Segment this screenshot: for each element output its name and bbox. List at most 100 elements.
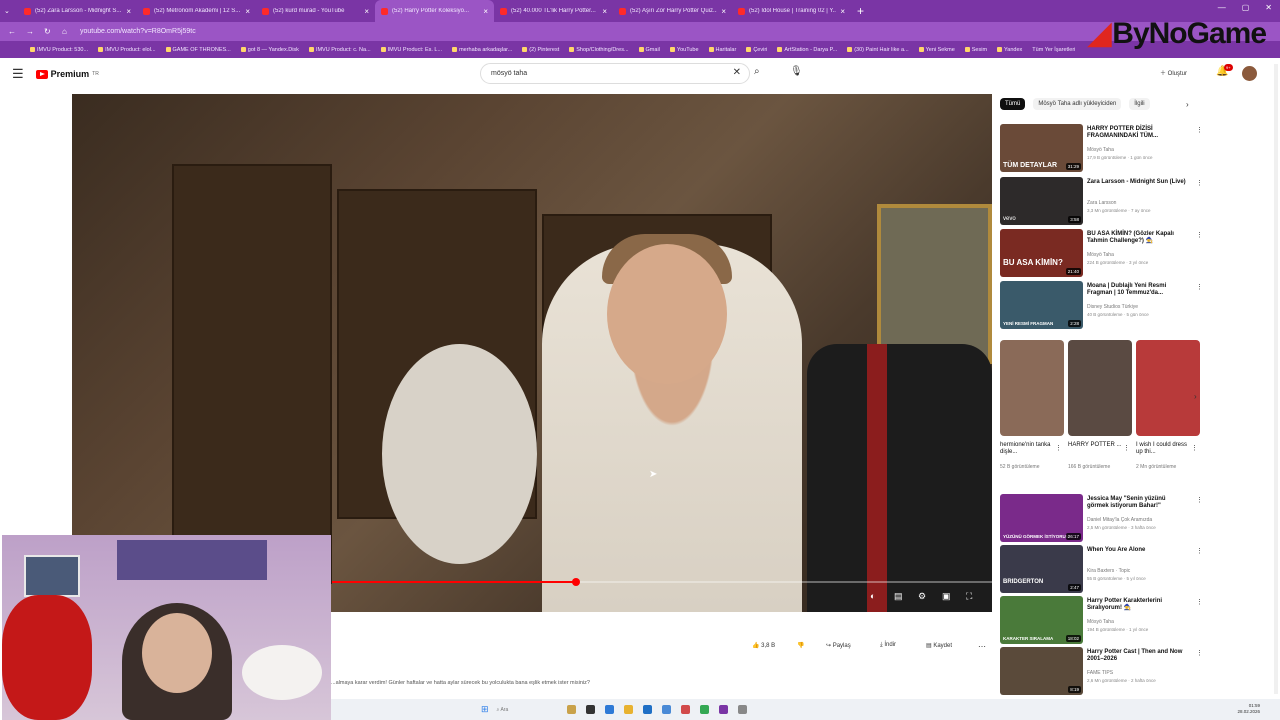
- save-button[interactable]: ▤ Kaydet: [926, 642, 952, 649]
- more-options-icon[interactable]: ⋮: [1196, 283, 1203, 291]
- autoplay-toggle-icon[interactable]: ◐: [870, 591, 875, 601]
- tab-close-icon[interactable]: ×: [245, 7, 250, 16]
- browser-tab[interactable]: (52) Idol House | Training 02 | Y... ×: [732, 0, 851, 22]
- video-thumbnail[interactable]: YÜZÜNÜ GÖRMEK İSTİYORUM 26:17: [1000, 494, 1083, 542]
- windows-start-icon[interactable]: ⊞: [481, 704, 489, 715]
- video-title[interactable]: Zara Larsson - Midnight Sun (Live): [1087, 179, 1187, 186]
- forward-arrow-icon[interactable]: →: [26, 27, 36, 36]
- download-button[interactable]: ⤓ İndir: [880, 642, 896, 649]
- bookmark-item[interactable]: Yandex: [997, 47, 1022, 53]
- recommended-video[interactable]: vevo 3:58 Zara Larsson - Midnight Sun (Li…: [1000, 177, 1203, 225]
- more-actions-icon[interactable]: ⋯: [978, 642, 986, 651]
- bookmark-item[interactable]: IMVU Product: c. Na...: [308, 47, 371, 53]
- store-icon[interactable]: [642, 705, 652, 714]
- miniplayer-icon[interactable]: ▣: [942, 591, 951, 602]
- bookmark-item[interactable]: Yeni Sekme: [918, 47, 955, 53]
- channel-name[interactable]: Disney Studios Türkiye: [1087, 304, 1138, 310]
- opera-gx-icon[interactable]: [718, 705, 728, 714]
- bookmark-item[interactable]: Sesim: [964, 47, 987, 53]
- browser-tab[interactable]: (52) Zara Larsson - Midnight S... ×: [18, 0, 137, 22]
- browser-tab[interactable]: (52) kurd murad - YouTube ×: [256, 0, 375, 22]
- recommended-video[interactable]: 8:19 Harry Potter Cast | Then and Now 20…: [1000, 647, 1203, 695]
- app-icon[interactable]: [680, 705, 690, 714]
- more-options-icon[interactable]: ⋮: [1191, 444, 1198, 452]
- hamburger-menu-icon[interactable]: ☰: [12, 66, 24, 82]
- share-button[interactable]: ↪ Paylaş: [826, 642, 851, 649]
- more-options-icon[interactable]: ⋮: [1196, 598, 1203, 606]
- video-progress-bar[interactable]: [332, 578, 992, 586]
- browser-tab[interactable]: (52) Aşırı Zor Harry Potter Quiz... ×: [613, 0, 732, 22]
- bookmark-item[interactable]: IMVU Product: 530...: [30, 47, 88, 53]
- chevron-right-icon[interactable]: ›: [1186, 100, 1189, 109]
- bookmark-item[interactable]: GAME OF THRONES...: [165, 47, 231, 53]
- subtitles-icon[interactable]: ▤: [894, 591, 903, 602]
- bookmark-item[interactable]: merhaba arkadaşlar...: [452, 47, 512, 53]
- home-icon[interactable]: ⌂: [62, 27, 72, 36]
- video-thumbnail[interactable]: BRIDGERTON 2:47: [1000, 545, 1083, 593]
- recommended-video[interactable]: TÜM DETAYLAR 31:29 HARRY POTTER DİZİSİ FR…: [1000, 124, 1203, 172]
- bookmark-item[interactable]: Gmail: [638, 47, 660, 53]
- bookmark-item[interactable]: Çeviri: [746, 47, 767, 53]
- fullscreen-icon[interactable]: ⛶: [966, 591, 972, 602]
- more-options-icon[interactable]: ⋮: [1055, 444, 1062, 452]
- dislike-button[interactable]: 👎: [797, 642, 804, 649]
- more-options-icon[interactable]: ⋮: [1196, 126, 1203, 134]
- mail-icon[interactable]: [661, 705, 671, 714]
- channel-name[interactable]: Mösyö Taha: [1087, 147, 1114, 153]
- search-icon[interactable]: ⌕: [754, 66, 760, 77]
- tab-close-icon[interactable]: ×: [126, 7, 131, 16]
- bookmark-item[interactable]: IMVU Product: Es. L...: [380, 47, 442, 53]
- channel-name[interactable]: Zara Larsson: [1087, 200, 1116, 206]
- video-thumbnail[interactable]: KARAKTER SIRALAMA 18:02: [1000, 596, 1083, 644]
- video-title[interactable]: HARRY POTTER DİZİSİ FRAGMANINDAKİ TÜM...: [1087, 126, 1187, 140]
- recommended-video[interactable]: BU ASA KİMİN? 21:40 BU ASA KİMİN? (Gözler…: [1000, 229, 1203, 277]
- more-options-icon[interactable]: ⋮: [1123, 444, 1130, 452]
- recommended-video[interactable]: BRIDGERTON 2:47 When You Are Alone Kira B…: [1000, 545, 1203, 593]
- short-title[interactable]: hermione'nin tanka dişle...: [1000, 442, 1056, 456]
- clear-search-icon[interactable]: ✕: [733, 67, 741, 78]
- create-button[interactable]: ＋ Oluştur: [1160, 68, 1187, 77]
- video-thumbnail[interactable]: 8:19: [1000, 647, 1083, 695]
- settings-app-icon[interactable]: [737, 705, 747, 714]
- video-thumbnail[interactable]: BU ASA KİMİN? 21:40: [1000, 229, 1083, 277]
- tab-close-icon[interactable]: ×: [602, 7, 607, 16]
- channel-name[interactable]: Mösyö Taha: [1087, 619, 1114, 625]
- bookmark-item[interactable]: got 8 — Yandex.Disk: [240, 47, 299, 53]
- new-tab-plus-icon[interactable]: +: [857, 4, 864, 18]
- bookmark-item[interactable]: ArtStation - Darya P...: [777, 47, 837, 53]
- tab-close-icon[interactable]: ×: [840, 7, 845, 16]
- bookmark-item[interactable]: (2) Pinterest: [522, 47, 559, 53]
- widgets-icon[interactable]: [566, 705, 576, 714]
- account-avatar[interactable]: [1242, 66, 1257, 81]
- maximize-icon[interactable]: ▢: [1242, 3, 1250, 12]
- file-explorer-icon[interactable]: [623, 705, 633, 714]
- more-options-icon[interactable]: ⋮: [1196, 547, 1203, 555]
- browser-tab[interactable]: (52) Metronom Akademi | 12 S... ×: [137, 0, 256, 22]
- video-title[interactable]: BU ASA KİMİN? (Gözler Kapalı Tahmin Chal…: [1087, 231, 1187, 245]
- back-arrow-icon[interactable]: ←: [8, 27, 18, 36]
- microphone-icon[interactable]: 🎙: [790, 66, 803, 77]
- short-thumbnail[interactable]: [1000, 340, 1064, 436]
- tab-close-icon[interactable]: ×: [721, 7, 726, 16]
- short-title[interactable]: I wish I could dress up thi...: [1136, 442, 1192, 456]
- tab-close-icon[interactable]: ×: [364, 7, 369, 16]
- more-options-icon[interactable]: ⋮: [1196, 496, 1203, 504]
- short-thumbnail[interactable]: [1068, 340, 1132, 436]
- url-field[interactable]: youtube.com/watch?v=R8OmR5j59tc: [80, 28, 196, 35]
- page-scrollbar[interactable]: [1274, 64, 1278, 694]
- more-options-icon[interactable]: ⋮: [1196, 179, 1203, 187]
- channel-name[interactable]: Kira Baxters · Topic: [1087, 568, 1130, 574]
- video-title[interactable]: Harry Potter Cast | Then and Now 2001–20…: [1087, 649, 1187, 663]
- close-window-icon[interactable]: ✕: [1265, 3, 1272, 12]
- more-options-icon[interactable]: ⋮: [1196, 231, 1203, 239]
- short-title[interactable]: HARRY POTTER ...: [1068, 442, 1124, 449]
- chip-related[interactable]: İlgili: [1129, 98, 1150, 110]
- video-thumbnail[interactable]: TÜM DETAYLAR 31:29: [1000, 124, 1083, 172]
- youtube-logo[interactable]: Premium TR: [35, 69, 99, 79]
- browser-tab-active[interactable]: (52) Harry Potter Koleksiyo... ×: [375, 0, 494, 22]
- chip-all[interactable]: Tümü: [1000, 98, 1026, 110]
- recommended-video[interactable]: KARAKTER SIRALAMA 18:02 Harry Potter Kara…: [1000, 596, 1203, 644]
- bookmark-item[interactable]: IMVU Product: elol...: [98, 47, 156, 53]
- shorts-next-chevron-icon[interactable]: ›: [1194, 392, 1197, 401]
- settings-gear-icon[interactable]: ⚙: [918, 591, 926, 602]
